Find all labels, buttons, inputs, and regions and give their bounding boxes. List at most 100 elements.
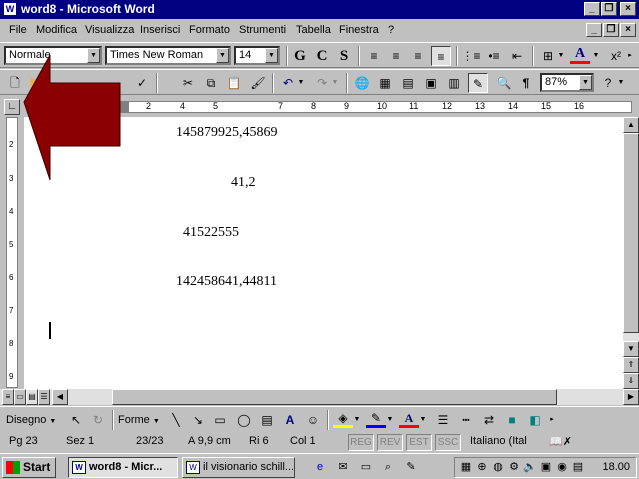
tray-app-icon[interactable]: ▦ bbox=[459, 460, 473, 474]
chevron-down-icon[interactable]: ▼ bbox=[87, 48, 100, 63]
word-app-icon[interactable]: W bbox=[3, 2, 17, 16]
spelling-status-icon[interactable]: 📖✗ bbox=[546, 434, 575, 451]
help-icon[interactable]: ? bbox=[598, 73, 618, 93]
line-style-icon[interactable]: ☰ bbox=[433, 410, 453, 430]
horizontal-scrollbar[interactable]: ≡ ▭ ▤ ☰ ◀ ▶ bbox=[0, 389, 639, 405]
tray-globe-icon[interactable]: ◍ bbox=[491, 460, 505, 474]
menu-visualizza[interactable]: Visualizza bbox=[85, 24, 134, 36]
menu-finestra[interactable]: Finestra bbox=[339, 24, 379, 36]
edit-icon[interactable]: ✎ bbox=[404, 460, 418, 474]
scroll-right-icon[interactable]: ▶ bbox=[623, 389, 639, 405]
tray-volume-icon[interactable]: 🔈 bbox=[523, 460, 537, 474]
undo-icon[interactable]: ↶ bbox=[278, 73, 298, 93]
horizontal-ruler[interactable]: ∟ 2 4 5 7 8 9 10 11 12 13 14 15 16 bbox=[0, 97, 639, 117]
numbered-list-icon[interactable]: ⋮≡ bbox=[461, 46, 481, 66]
arrow-style-icon[interactable]: ⇄ bbox=[479, 410, 499, 430]
status-ext-indicator[interactable]: EST bbox=[406, 434, 432, 451]
tray-device-icon[interactable]: ⚙ bbox=[507, 460, 521, 474]
more-buttons-icon[interactable]: ▸ bbox=[624, 46, 636, 66]
document-page[interactable]: 145879925,45869 41,2 41522555 142458641,… bbox=[24, 117, 623, 389]
3d-icon[interactable]: ◧ bbox=[525, 410, 545, 430]
document-line[interactable]: 41522555 bbox=[183, 225, 239, 241]
chevron-down-icon[interactable]: ▼ bbox=[352, 410, 362, 430]
scroll-up-icon[interactable]: ▲ bbox=[623, 117, 639, 133]
shadow-icon[interactable]: ■ bbox=[502, 410, 522, 430]
zoom-combo[interactable]: 87% ▼ bbox=[540, 73, 594, 92]
copy-icon[interactable]: ⧉ bbox=[201, 73, 221, 93]
arrow-icon[interactable]: ↘ bbox=[188, 410, 208, 430]
line-icon[interactable]: ╲ bbox=[166, 410, 186, 430]
font-color-icon[interactable]: A bbox=[570, 46, 590, 64]
cut-icon[interactable]: ✂ bbox=[178, 73, 198, 93]
document-line[interactable]: 41,2 bbox=[231, 175, 256, 191]
redo-icon[interactable]: ↷ bbox=[312, 73, 332, 93]
restore-button[interactable]: ❐ bbox=[601, 2, 617, 16]
chevron-down-icon[interactable]: ▼ bbox=[296, 73, 306, 93]
dash-style-icon[interactable]: ┅ bbox=[456, 410, 476, 430]
taskbar-item-visionario[interactable]: W il visionario schill... bbox=[182, 457, 295, 478]
doc-close-button[interactable]: × bbox=[620, 23, 636, 37]
internet-explorer-icon[interactable]: e bbox=[313, 460, 327, 474]
hyperlink-icon[interactable]: 🌐 bbox=[352, 73, 372, 93]
taskbar-item-word8[interactable]: W word8 - Micr... bbox=[68, 457, 178, 478]
font-combo[interactable]: Times New Roman ▼ bbox=[105, 46, 231, 65]
insert-table-icon[interactable]: ▤ bbox=[398, 73, 418, 93]
spellcheck-icon[interactable]: ✓ bbox=[132, 73, 152, 93]
vertical-ruler-track[interactable]: 2 3 4 5 6 7 8 9 bbox=[6, 117, 18, 388]
font-color-icon[interactable]: A bbox=[399, 410, 419, 428]
menu-help[interactable]: ? bbox=[388, 24, 394, 36]
justify-icon[interactable]: ≡ bbox=[431, 46, 451, 66]
scroll-down-icon[interactable]: ▼ bbox=[623, 341, 639, 357]
tray-chat-icon[interactable]: ◉ bbox=[555, 460, 569, 474]
fill-color-icon[interactable]: ◈ bbox=[333, 410, 353, 428]
normal-view-icon[interactable]: ≡ bbox=[2, 389, 14, 405]
italic-button[interactable]: C bbox=[312, 46, 332, 66]
free-rotate-icon[interactable]: ↻ bbox=[88, 410, 108, 430]
clipart-icon[interactable]: ☺ bbox=[303, 410, 323, 430]
chevron-down-icon[interactable]: ▼ bbox=[216, 48, 229, 63]
tray-network-icon[interactable]: ⊕ bbox=[475, 460, 489, 474]
desktop-icon[interactable]: ▭ bbox=[359, 460, 373, 474]
superscript-icon[interactable]: x² bbox=[606, 46, 626, 66]
size-combo[interactable]: 14 ▼ bbox=[234, 46, 280, 65]
ruler-track[interactable]: 2 4 5 7 8 9 10 11 12 13 14 15 16 bbox=[36, 101, 632, 113]
outline-view-icon[interactable]: ☰ bbox=[38, 389, 50, 405]
oval-icon[interactable]: ◯ bbox=[234, 410, 254, 430]
decrease-indent-icon[interactable]: ⇤ bbox=[507, 46, 527, 66]
tab-selector-icon[interactable]: ∟ bbox=[4, 99, 20, 115]
menu-formato[interactable]: Formato bbox=[189, 24, 230, 36]
draw-menu-button[interactable]: Disegno ▼ bbox=[6, 410, 60, 430]
new-document-icon[interactable]: 🗋 bbox=[5, 73, 25, 93]
menu-strumenti[interactable]: Strumenti bbox=[239, 24, 286, 36]
chevron-down-icon[interactable]: ▼ bbox=[591, 46, 601, 66]
tables-borders-icon[interactable]: ▦ bbox=[375, 73, 395, 93]
menu-tabella[interactable]: Tabella bbox=[296, 24, 331, 36]
wordart-icon[interactable]: A bbox=[280, 410, 300, 430]
chevron-down-icon[interactable]: ▼ bbox=[385, 410, 395, 430]
status-rev-indicator[interactable]: REV bbox=[377, 434, 403, 451]
align-center-icon[interactable]: ≡ bbox=[386, 46, 406, 66]
chevron-down-icon[interactable]: ▼ bbox=[556, 46, 566, 66]
chevron-down-icon[interactable]: ▼ bbox=[579, 75, 592, 90]
columns-icon[interactable]: ▥ bbox=[444, 73, 464, 93]
doc-minimize-button[interactable]: _ bbox=[586, 23, 602, 37]
menu-modifica[interactable]: Modifica bbox=[36, 24, 77, 36]
autoshapes-menu-button[interactable]: Forme ▼ bbox=[118, 410, 164, 430]
page-view-icon[interactable]: ▤ bbox=[26, 389, 38, 405]
chevron-down-icon[interactable]: ▼ bbox=[418, 410, 428, 430]
next-page-icon[interactable]: ⇓ bbox=[623, 373, 639, 389]
doc-restore-button[interactable]: ❐ bbox=[603, 23, 619, 37]
chevron-down-icon[interactable]: ▼ bbox=[330, 73, 340, 93]
clock[interactable]: 18.00 bbox=[602, 461, 630, 473]
close-button[interactable]: × bbox=[620, 2, 636, 16]
align-right-icon[interactable]: ≡ bbox=[408, 46, 428, 66]
scroll-left-icon[interactable]: ◀ bbox=[52, 389, 68, 405]
scroll-thumb[interactable] bbox=[112, 389, 557, 405]
rectangle-icon[interactable]: ▭ bbox=[210, 410, 230, 430]
chevron-down-icon[interactable]: ▼ bbox=[265, 48, 278, 63]
previous-page-icon[interactable]: ⇑ bbox=[623, 357, 639, 373]
search-icon[interactable]: ⌕ bbox=[381, 460, 395, 474]
bullet-list-icon[interactable]: •≡ bbox=[484, 46, 504, 66]
format-painter-icon[interactable]: 🖌 bbox=[248, 73, 268, 93]
chevron-down-icon[interactable]: ▼ bbox=[616, 73, 626, 93]
